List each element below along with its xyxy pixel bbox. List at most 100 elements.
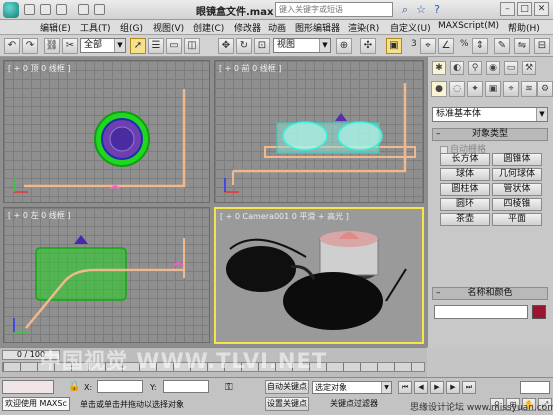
menu-tools[interactable]: 工具(T) — [80, 21, 111, 34]
object-category-dropdown[interactable]: 标准基本体 ▼ — [432, 107, 548, 122]
select-by-name-button[interactable]: ☰ — [148, 38, 164, 54]
previous-frame-icon[interactable]: ◀ — [414, 381, 428, 394]
favorites-icon[interactable]: ☆ — [414, 3, 428, 16]
name-color-rollout[interactable]: – 名称和颜色 — [432, 287, 548, 300]
redo-icon[interactable] — [94, 4, 105, 15]
object-color-swatch[interactable] — [532, 305, 546, 319]
hierarchy-tab-icon[interactable]: ⚲ — [468, 61, 482, 75]
display-tab-icon[interactable]: ▭ — [504, 61, 518, 75]
unlink-icon[interactable]: ✂ — [62, 38, 78, 54]
utilities-tab-icon[interactable]: ⚒ — [522, 61, 536, 75]
cylinder-button[interactable]: 圆柱体 — [440, 183, 490, 196]
menu-animation[interactable]: 动画 — [268, 21, 286, 34]
y-coord-input[interactable] — [163, 380, 209, 393]
status-prompt: 单击或单击并拖动以选择对象 — [80, 400, 184, 409]
menu-rendering[interactable]: 渲染(R) — [348, 21, 379, 34]
play-icon[interactable]: ▶ — [430, 381, 444, 394]
pyramid-button[interactable]: 四棱锥 — [492, 198, 542, 211]
set-key-button[interactable]: 设置关键点 — [265, 397, 309, 411]
reference-coord-dropdown[interactable]: 视图 ▼ — [273, 38, 331, 53]
go-to-end-icon[interactable]: ⏭ — [462, 381, 476, 394]
cameras-icon[interactable]: ▣ — [485, 81, 501, 97]
menu-modifiers[interactable]: 修改器 — [234, 21, 261, 34]
menu-graph-editors[interactable]: 图形编辑器 — [295, 21, 340, 34]
selection-filter-dropdown[interactable]: 全部 ▼ — [80, 38, 126, 53]
percent-snap-toggle[interactable]: % — [460, 39, 469, 49]
shapes-icon[interactable]: ◌ — [449, 81, 465, 97]
menu-customize[interactable]: 自定义(U) — [390, 21, 431, 34]
current-frame-input[interactable] — [520, 381, 550, 394]
geosphere-button[interactable]: 几何球体 — [492, 168, 542, 181]
create-tab-icon[interactable]: ✱ — [432, 61, 446, 75]
app-logo-icon[interactable] — [3, 2, 19, 18]
named-selection-button[interactable]: ✎ — [494, 38, 510, 54]
key-icon: ⚿ — [225, 382, 233, 393]
mirror-button[interactable]: ⇋ — [514, 38, 530, 54]
align-button[interactable]: ⊟ — [534, 38, 550, 54]
spacewarps-icon[interactable]: ≋ — [521, 81, 537, 97]
selection-lock-icon[interactable]: 🔒 — [68, 381, 80, 393]
menu-maxscript[interactable]: MAXScript(M) — [438, 21, 499, 31]
maxscript-listener[interactable]: 欢迎使用 MAXSc — [2, 397, 70, 411]
select-object-button[interactable]: ➚ — [130, 38, 146, 54]
close-button[interactable]: ✕ — [534, 2, 549, 16]
viewport-left[interactable]: [ + 0 左 0 线框 ] — [3, 207, 210, 343]
plane-button[interactable]: 平面 — [492, 213, 542, 226]
pivot-center-button[interactable]: ⊕ — [336, 38, 352, 54]
menu-help[interactable]: 帮助(H) — [508, 21, 540, 34]
teapot-button[interactable]: 茶壶 — [440, 213, 490, 226]
keyboard-shortcut-button[interactable]: ▣ — [386, 38, 402, 54]
auto-key-button[interactable]: 自动关键点 — [265, 380, 309, 394]
lights-icon[interactable]: ✦ — [467, 81, 483, 97]
helpers-icon[interactable]: ⌖ — [503, 81, 519, 97]
spinner-snap-button[interactable]: ⇕ — [472, 38, 488, 54]
snap-button[interactable]: ⌖ — [420, 38, 436, 54]
menu-views[interactable]: 视图(V) — [153, 21, 184, 34]
x-coord-input[interactable] — [97, 380, 143, 393]
go-to-start-icon[interactable]: ⏮ — [398, 381, 412, 394]
manipulate-button[interactable]: ✣ — [360, 38, 376, 54]
angle-snap-button[interactable]: ∠ — [438, 38, 454, 54]
main-toolbar: ↶ ↷ ⛓ ✂ 全部 ▼ ➚ ☰ ▭ ◫ ✥ ↻ ⊡ 视图 ▼ ⊕ ✣ ▣ 3 ⌖ … — [0, 35, 553, 57]
undo-button[interactable]: ↶ — [4, 38, 20, 54]
geometry-icon[interactable]: ● — [431, 81, 447, 97]
key-filters-button[interactable]: 关键点过滤器 — [330, 398, 378, 409]
tube-button[interactable]: 管状体 — [492, 183, 542, 196]
search-input[interactable]: 键入关键字或短语 — [275, 2, 393, 17]
window-crossing-button[interactable]: ◫ — [184, 38, 200, 54]
scale-button[interactable]: ⊡ — [254, 38, 270, 54]
menu-create[interactable]: 创建(C) — [193, 21, 224, 34]
menu-edit[interactable]: 编辑(E) — [40, 21, 71, 34]
menu-group[interactable]: 组(G) — [120, 21, 143, 34]
open-file-icon[interactable] — [40, 4, 51, 15]
systems-icon[interactable]: ⚙ — [537, 81, 553, 97]
help-icon[interactable]: ? — [430, 3, 444, 16]
save-file-icon[interactable] — [56, 4, 67, 15]
new-file-icon[interactable] — [24, 4, 35, 15]
minimize-button[interactable]: – — [500, 2, 515, 16]
search-icon[interactable]: ⌕ — [398, 3, 412, 16]
motion-tab-icon[interactable]: ◉ — [486, 61, 500, 75]
next-frame-icon[interactable]: ▶ — [446, 381, 460, 394]
redo-button[interactable]: ↷ — [22, 38, 38, 54]
box-button[interactable]: 长方体 — [440, 153, 490, 166]
viewport-camera[interactable]: [ + 0 Camera001 0 平滑 + 高光 ] — [214, 207, 424, 344]
maximize-button[interactable]: □ — [517, 2, 532, 16]
cone-button[interactable]: 圆锥体 — [492, 153, 542, 166]
front-view-scene — [232, 83, 416, 185]
link-icon[interactable]: ⛓ — [44, 38, 60, 54]
sphere-button[interactable]: 球体 — [440, 168, 490, 181]
rotate-button[interactable]: ↻ — [236, 38, 252, 54]
viewport-front[interactable]: [ + 0 前 0 线框 ] — [214, 60, 424, 203]
torus-button[interactable]: 圆环 — [440, 198, 490, 211]
object-type-rollout[interactable]: – 对象类型 — [432, 128, 548, 141]
key-mode-dropdown[interactable]: 选定对象 ▼ — [312, 381, 392, 394]
modify-tab-icon[interactable]: ◐ — [450, 61, 464, 75]
snap-toggle-3[interactable]: 3 — [411, 39, 417, 49]
move-button[interactable]: ✥ — [218, 38, 234, 54]
rect-selection-button[interactable]: ▭ — [166, 38, 182, 54]
undo-icon[interactable] — [78, 4, 89, 15]
y-label: Y: — [150, 383, 157, 392]
object-name-input[interactable] — [434, 305, 528, 319]
viewport-top[interactable]: [ + 0 顶 0 线框 ] — [3, 60, 210, 203]
